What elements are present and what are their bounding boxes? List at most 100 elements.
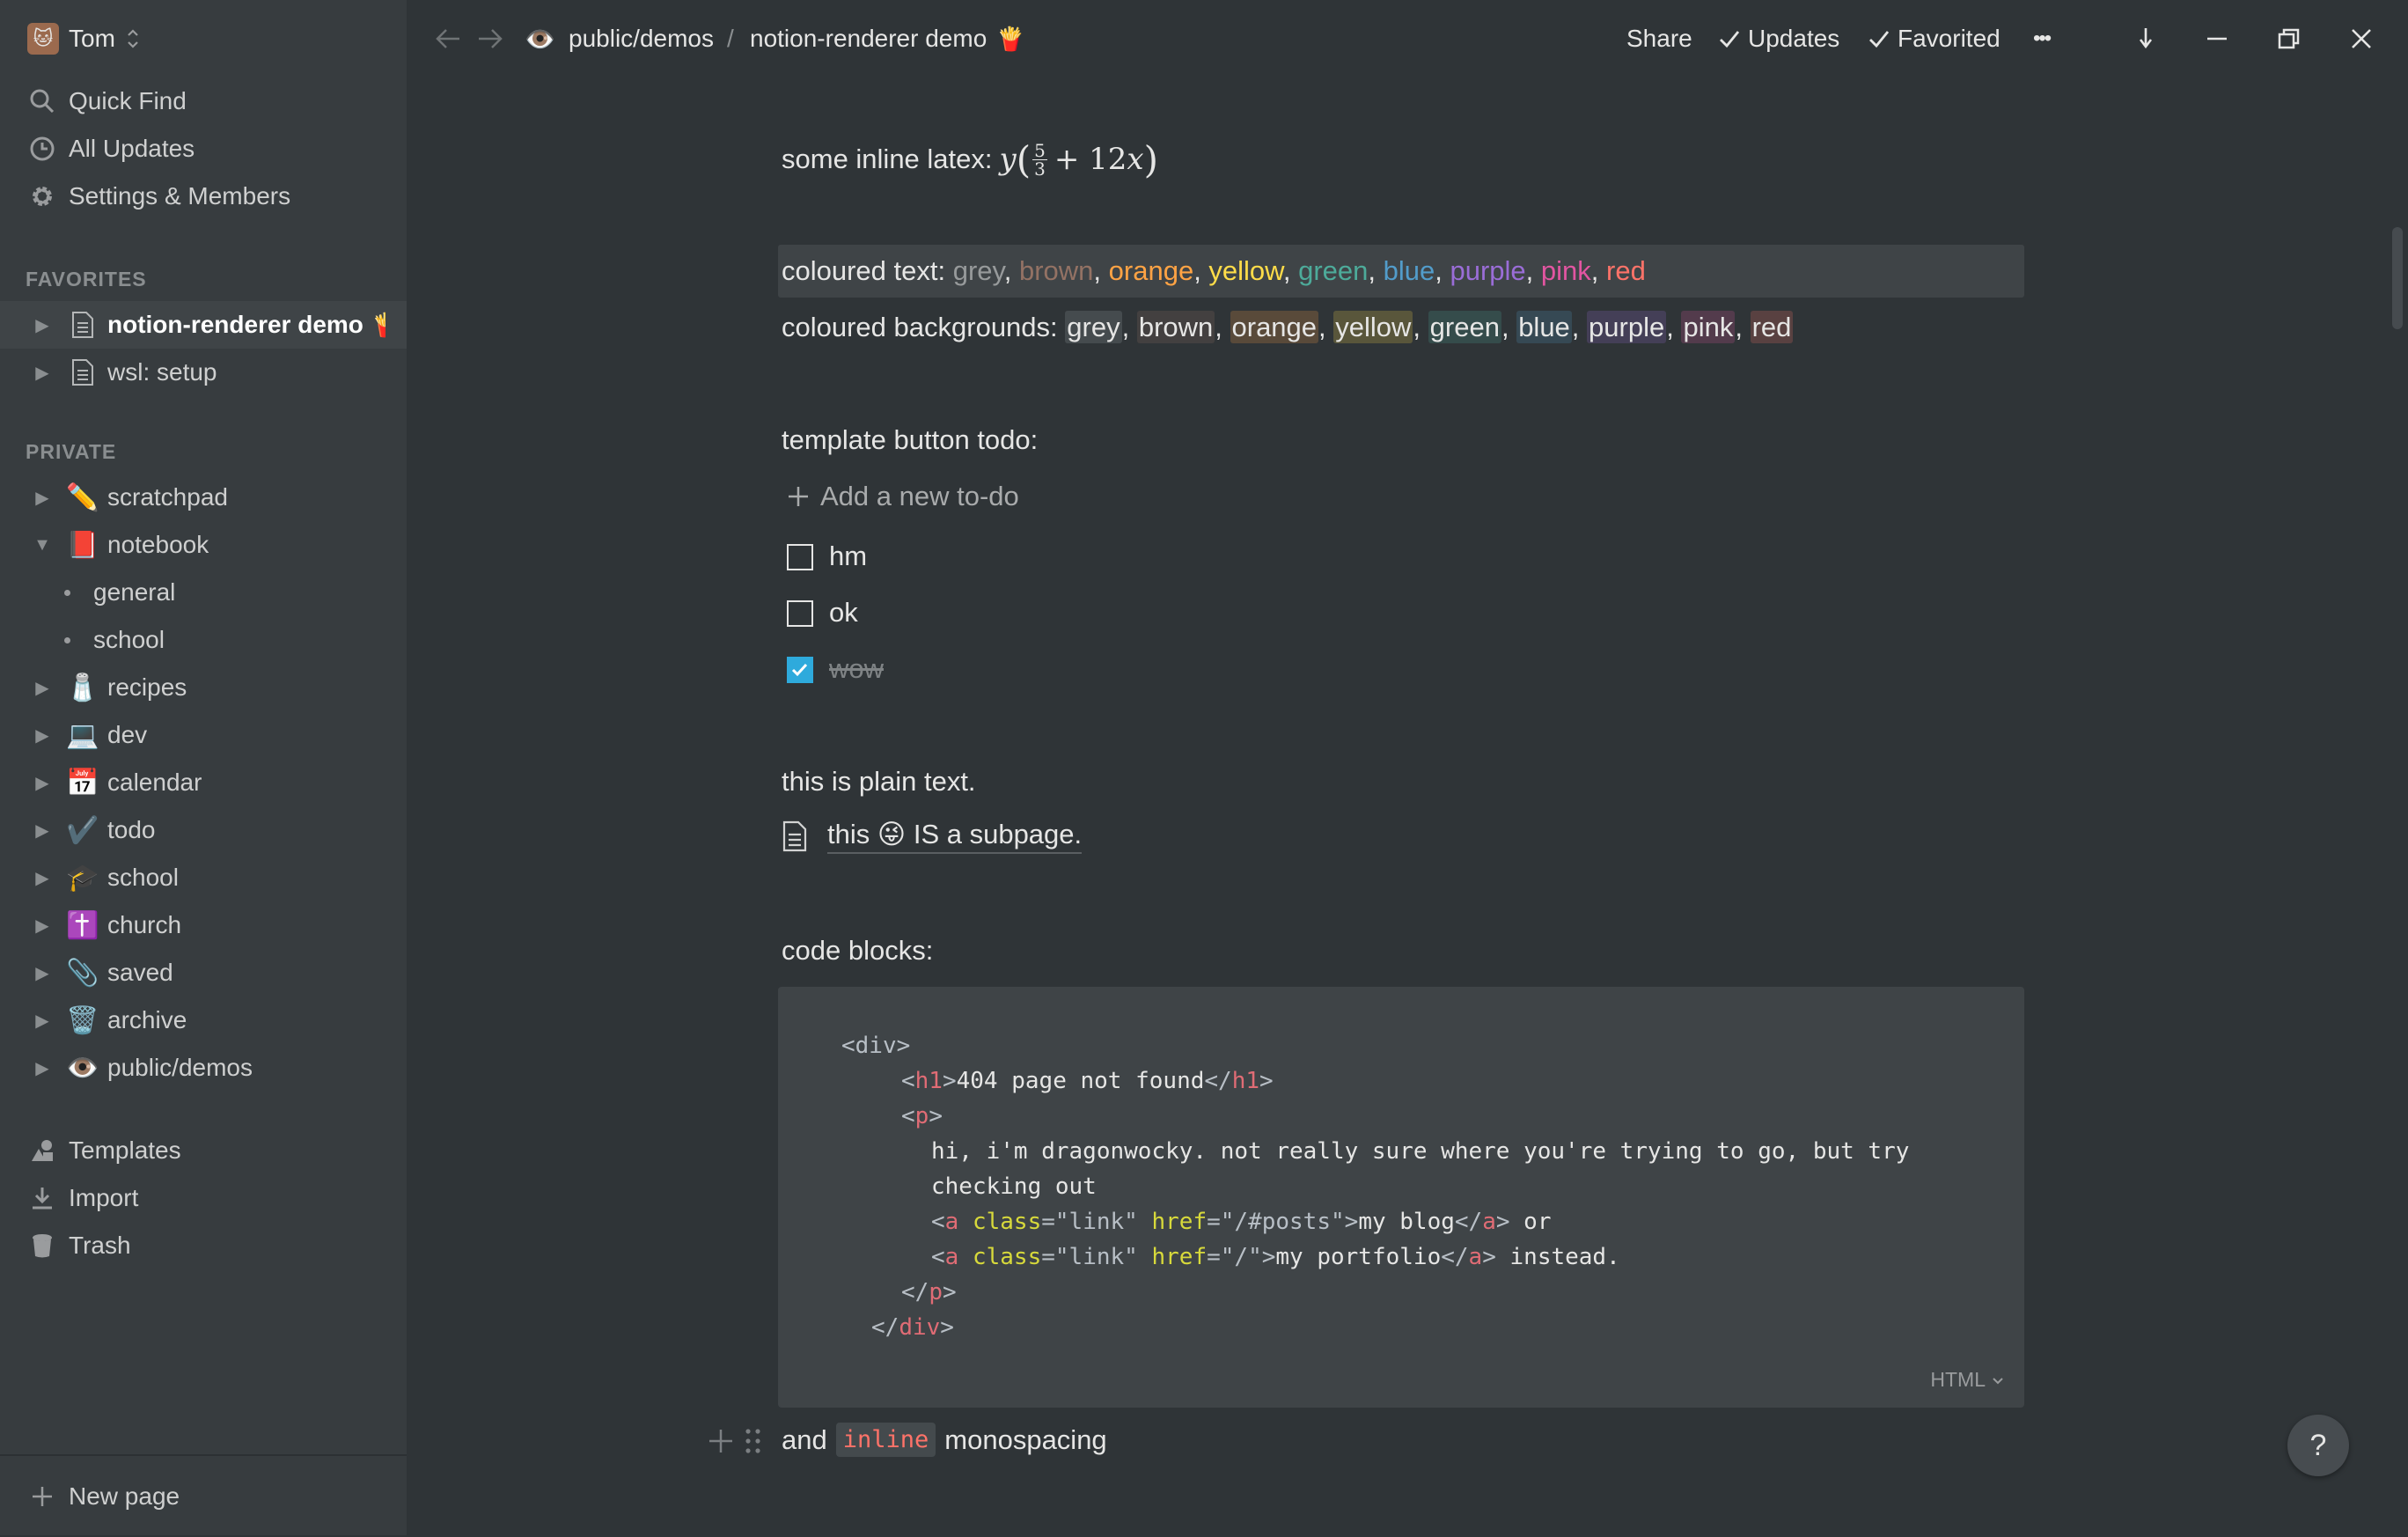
triangle-right-icon[interactable]: ▶: [33, 364, 51, 383]
quick-find-item[interactable]: Quick Find: [0, 77, 407, 125]
topbar: 👁️ public/demos / notion-renderer demo 🍟…: [407, 0, 2408, 77]
sidebar-item-general[interactable]: general: [0, 569, 407, 616]
add-todo-template-button[interactable]: Add a new to-do: [787, 481, 1019, 512]
forward-arrow-icon[interactable]: [475, 19, 505, 58]
code-block[interactable]: <div> <h1>404 page not found</h1> <p> hi…: [778, 987, 2024, 1408]
sidebar-item-notebook-school[interactable]: school: [0, 616, 407, 664]
triangle-right-icon[interactable]: ▶: [33, 679, 51, 698]
triangle-right-icon[interactable]: ▶: [33, 916, 51, 936]
trash-item[interactable]: Trash: [0, 1222, 407, 1269]
triangle-right-icon[interactable]: ▶: [33, 316, 51, 335]
sidebar-item-todo[interactable]: ▶ ✔️ todo: [0, 806, 407, 854]
updates-label: Updates: [1748, 25, 1840, 52]
sidebar-item-recipes[interactable]: ▶ 🧂 recipes: [0, 664, 407, 711]
bullet-icon: [64, 636, 70, 643]
page-icon: [782, 820, 807, 852]
sidebar-item-archive[interactable]: ▶ 🗑️ archive: [0, 996, 407, 1044]
back-arrow-icon[interactable]: [433, 19, 463, 58]
sidebar-item-public-demos[interactable]: ▶ 👁️ public/demos: [0, 1044, 407, 1092]
winking-face-emoji: 😜: [877, 819, 907, 849]
code-language-selector[interactable]: HTML: [1930, 1368, 2005, 1392]
breadcrumb-current-page[interactable]: notion-renderer demo: [750, 19, 987, 58]
sidebar-item-church[interactable]: ▶ ✝️ church: [0, 901, 407, 949]
coloured-text-paragraph[interactable]: coloured text: grey, brown, orange, yell…: [782, 255, 1646, 287]
plain-text-paragraph[interactable]: this is plain text.: [782, 766, 976, 798]
text-red: red: [1606, 255, 1646, 286]
coloured-backgrounds-paragraph[interactable]: coloured backgrounds: grey, brown, orang…: [782, 311, 1794, 343]
triangle-right-icon[interactable]: ▶: [33, 1011, 51, 1031]
triangle-right-icon[interactable]: ▶: [33, 774, 51, 793]
sidebar-item-calendar[interactable]: ▶ 📅 calendar: [0, 759, 407, 806]
sidebar-item-school[interactable]: ▶ 🎓 school: [0, 854, 407, 901]
workspace-switcher[interactable]: 🐱 Tom: [0, 15, 407, 63]
latex-paragraph[interactable]: some inline latex: y ( 5 3 + 12 x ): [782, 137, 1158, 181]
sidebar-item-label: church: [107, 911, 182, 938]
plus-icon: [30, 1484, 55, 1513]
share-button[interactable]: Share: [1626, 19, 1692, 58]
bg-green: green: [1428, 311, 1501, 343]
bg-grey: grey: [1065, 311, 1122, 343]
breadcrumb-public-demos[interactable]: public/demos: [569, 19, 714, 58]
code-language-label: HTML: [1930, 1368, 1986, 1391]
code-blocks-heading[interactable]: code blocks:: [782, 935, 933, 967]
sidebar-item-notion-renderer-demo[interactable]: ▶ notion-renderer demo 🍟: [0, 301, 407, 349]
todo-text-wow[interactable]: wow: [829, 653, 884, 685]
minimize-icon[interactable]: [2204, 19, 2230, 58]
all-updates-item[interactable]: All Updates: [0, 125, 407, 173]
chevron-down-icon: [1993, 1377, 2003, 1384]
subpage-title: this 😜 IS a subpage.: [827, 819, 1083, 854]
add-block-icon[interactable]: [706, 1426, 736, 1460]
import-item[interactable]: Import: [0, 1174, 407, 1222]
todo-text-ok[interactable]: ok: [829, 597, 858, 629]
drag-handle-icon[interactable]: [743, 1426, 764, 1460]
paperclip-icon: 📎: [66, 958, 99, 988]
sidebar-item-label: calendar: [107, 768, 202, 796]
favorited-button[interactable]: Favorited: [1868, 19, 2001, 58]
graduation-cap-icon: 🎓: [66, 863, 99, 893]
template-heading[interactable]: template button todo:: [782, 424, 1038, 456]
scrollbar-thumb[interactable]: [2392, 227, 2403, 329]
sidebar-item-scratchpad[interactable]: ▶ ✏️ scratchpad: [0, 474, 407, 521]
restore-icon[interactable]: [2276, 19, 2302, 58]
triangle-right-icon[interactable]: ▶: [33, 726, 51, 746]
new-page-button[interactable]: New page: [0, 1454, 407, 1537]
wastebasket-icon: 🗑️: [66, 1005, 99, 1035]
breadcrumb-separator: /: [727, 25, 734, 52]
templates-item[interactable]: Templates: [0, 1127, 407, 1174]
pin-icon[interactable]: [2133, 19, 2158, 58]
bg-yellow: yellow: [1333, 311, 1413, 343]
bg-red: red: [1750, 311, 1794, 343]
triangle-down-icon[interactable]: ▼: [33, 535, 51, 555]
settings-item[interactable]: Settings & Members: [0, 173, 407, 220]
todo-checkbox-ok[interactable]: [787, 600, 813, 627]
inline-code-paragraph[interactable]: and inline monospacing: [782, 1423, 1107, 1457]
trash-label: Trash: [69, 1232, 131, 1259]
sidebar-item-saved[interactable]: ▶ 📎 saved: [0, 949, 407, 996]
todo-text-hm[interactable]: hm: [829, 541, 867, 572]
triangle-right-icon[interactable]: ▶: [33, 964, 51, 983]
bg-pink: pink: [1681, 311, 1736, 343]
triangle-right-icon[interactable]: ▶: [33, 869, 51, 888]
code-line: <a class="link" href="/#posts">my blog</…: [931, 1209, 1552, 1235]
updates-button[interactable]: Updates: [1718, 19, 1839, 58]
todo-checkbox-hm[interactable]: [787, 544, 813, 570]
subpage-link[interactable]: this 😜 IS a subpage.: [782, 819, 1083, 854]
inline-pre: and: [782, 1423, 827, 1455]
help-button[interactable]: ?: [2287, 1415, 2349, 1476]
sidebar: 🐱 Tom Quick Find All Updates Settings & …: [0, 0, 407, 1535]
sidebar-item-notebook[interactable]: ▼ 📕 notebook: [0, 521, 407, 569]
page-icon: [65, 355, 100, 390]
triangle-right-icon[interactable]: ▶: [33, 1059, 51, 1078]
settings-label: Settings & Members: [69, 182, 291, 210]
todo-checkbox-wow[interactable]: [787, 657, 813, 683]
close-icon[interactable]: [2348, 19, 2375, 58]
sidebar-item-wsl-setup[interactable]: ▶ wsl: setup: [0, 349, 407, 396]
page-icon: [65, 307, 100, 342]
triangle-right-icon[interactable]: ▶: [33, 821, 51, 841]
more-options-button[interactable]: •••: [2033, 19, 2052, 58]
workspace-name: Tom: [69, 25, 115, 52]
sidebar-item-dev[interactable]: ▶ 💻 dev: [0, 711, 407, 759]
fries-emoji: 🍟: [371, 312, 385, 339]
triangle-right-icon[interactable]: ▶: [33, 489, 51, 508]
sidebar-item-label: todo: [107, 816, 156, 843]
